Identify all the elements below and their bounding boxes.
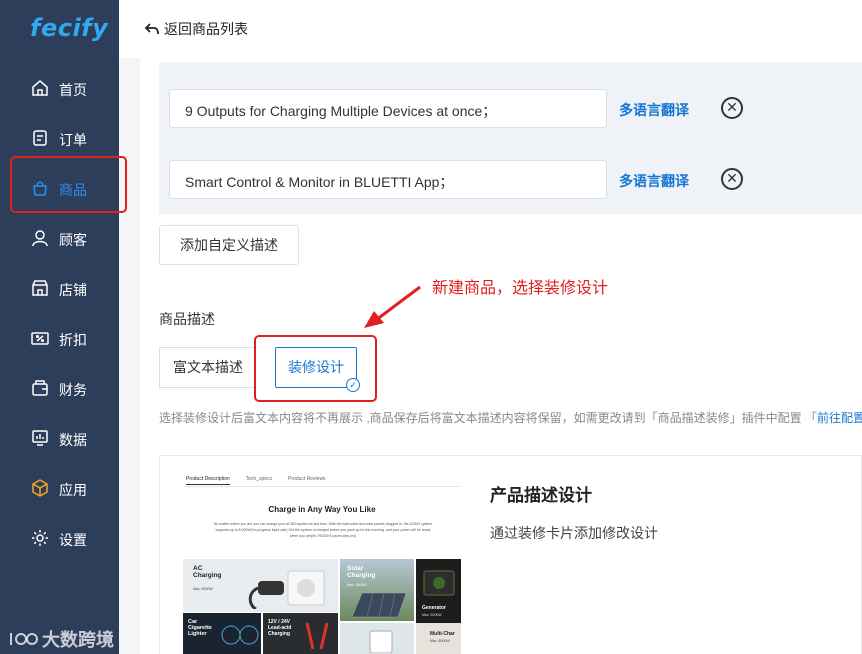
remove-field-2-button[interactable]: ✕ [721, 168, 743, 190]
tab-rich-text[interactable]: 富文本描述 [159, 347, 256, 388]
sidebar-item-settings[interactable]: 设置 [0, 518, 119, 558]
sidebar-item-label: 设置 [59, 532, 87, 548]
hint-text: 选择装修设计后富文本内容将不再展示 ,商品保存后将富文本描述内容将保留，如需更改… [159, 409, 862, 426]
tile-sub: Max. 5000W [422, 613, 442, 617]
app-box-icon [32, 479, 48, 497]
sidebar: fecify 首页 订单 商品 顾客 店铺 折扣 财务 数据 应用 设置 大数跨… [0, 0, 127, 654]
tile-title: Generator [422, 605, 446, 611]
sidebar-item-label: 财务 [59, 382, 87, 398]
watermark: 大数跨境 [8, 626, 114, 652]
close-icon: ✕ [726, 99, 738, 115]
car-dashboard-image [221, 625, 259, 645]
sidebar-item-label: 顾客 [59, 232, 87, 248]
wallet-icon [32, 380, 48, 396]
preview-tile-multi: Multi-Char Max. 8000W [416, 623, 461, 654]
tile-sub: Max. 3000W [347, 583, 367, 587]
back-to-product-list[interactable]: 返回商品列表 [145, 19, 248, 39]
preview-tab: Product Description [186, 476, 230, 485]
back-arrow-icon [145, 23, 159, 35]
tile-title: Multi-Char [430, 631, 455, 637]
tile-title: AC Charging [193, 565, 222, 579]
battery-clamp-image [305, 622, 329, 650]
close-icon: ✕ [726, 170, 738, 186]
product-description-label: 商品描述 [159, 311, 215, 327]
go-configure-link[interactable]: 前往配置 [817, 411, 862, 425]
annotation-arrow-icon [364, 285, 421, 328]
sidebar-item-label: 首页 [59, 82, 87, 98]
remove-field-1-button[interactable]: ✕ [721, 97, 743, 119]
preview-tile-generator: Generator Max. 5000W [416, 559, 461, 623]
sidebar-item-label: 应用 [59, 482, 87, 498]
sidebar-item-label: 订单 [59, 132, 87, 148]
watermark-text: 大数跨境 [42, 630, 114, 650]
preview-divider [183, 486, 461, 487]
hint-body: 选择装修设计后富文本内容将不再展示 ,商品保存后将富文本描述内容将保留，如需更改… [159, 411, 818, 425]
sidebar-item-discounts[interactable]: 折扣 [0, 318, 119, 358]
preview-tile-car: Car Cigarette Lighter [183, 613, 261, 654]
watermark-logo-icon [10, 633, 38, 645]
preview-tile-leadacid: 12V / 24V Lead-acid Charging [263, 613, 338, 654]
preview-tile-device [340, 623, 414, 654]
chart-icon [32, 430, 48, 446]
sidebar-item-apps[interactable]: 应用 [0, 468, 119, 508]
description-field-1[interactable]: 9 Outputs for Charging Multiple Devices … [169, 89, 607, 128]
design-card-title: 产品描述设计 [490, 486, 592, 505]
sidebar-item-label: 折扣 [59, 332, 87, 348]
annotation-text: 新建商品，选择装修设计 [432, 280, 609, 297]
preview-tile-solar: Solar Charging Max. 3000W [340, 559, 414, 621]
discount-icon [31, 332, 49, 345]
back-label: 返回商品列表 [164, 21, 248, 37]
preview-body: No matter where you are you can charge y… [213, 522, 433, 538]
generator-image [423, 570, 455, 596]
app-logo[interactable]: fecify [30, 14, 108, 42]
sidebar-item-store[interactable]: 店铺 [0, 268, 119, 308]
sidebar-item-customers[interactable]: 顾客 [0, 218, 119, 258]
sidebar-item-finance[interactable]: 财务 [0, 368, 119, 408]
tile-sub: Max. 5000W [193, 587, 213, 591]
preview-tile-ac: AC Charging Max. 5000W [183, 559, 338, 612]
design-card-description: 通过装修卡片添加修改设计 [490, 525, 658, 541]
preview-tabs: Product Description Tech_specs Product R… [186, 476, 326, 485]
design-tab-highlight-box [254, 335, 377, 402]
preview-tab: Product Reviews [288, 476, 326, 482]
ac-plug-image [248, 570, 325, 609]
sidebar-item-orders[interactable]: 订单 [0, 118, 119, 158]
preview-tab: Tech_specs [245, 476, 273, 482]
sidebar-item-data[interactable]: 数据 [0, 418, 119, 458]
solar-panel-image [351, 592, 407, 618]
device-image [369, 630, 393, 653]
home-icon [32, 80, 48, 96]
translate-link-2[interactable]: 多语言翻译 [619, 171, 689, 191]
products-highlight-box [10, 156, 127, 213]
sidebar-item-home[interactable]: 首页 [0, 68, 119, 108]
preview-heading: Charge in Any Way You Like [268, 505, 376, 514]
order-icon [33, 130, 47, 146]
tile-title: Car Cigarette Lighter [188, 619, 212, 637]
add-custom-description-button[interactable]: 添加自定义描述 [159, 225, 299, 265]
top-header: 返回商品列表 [119, 0, 862, 58]
translate-link-1[interactable]: 多语言翻译 [619, 100, 689, 120]
sidebar-item-label: 数据 [59, 432, 87, 448]
sidebar-item-label: 店铺 [59, 282, 87, 298]
design-preview-thumbnail: Product Description Tech_specs Product R… [183, 470, 461, 654]
gear-icon [32, 530, 48, 546]
description-field-2[interactable]: Smart Control & Monitor in BLUETTI App； [169, 160, 607, 199]
tile-sub: Max. 8000W [430, 639, 450, 643]
user-icon [32, 230, 48, 247]
tile-title: 12V / 24V Lead-acid Charging [268, 619, 292, 637]
store-icon [32, 280, 48, 296]
tile-title: Solar Charging [347, 565, 376, 579]
